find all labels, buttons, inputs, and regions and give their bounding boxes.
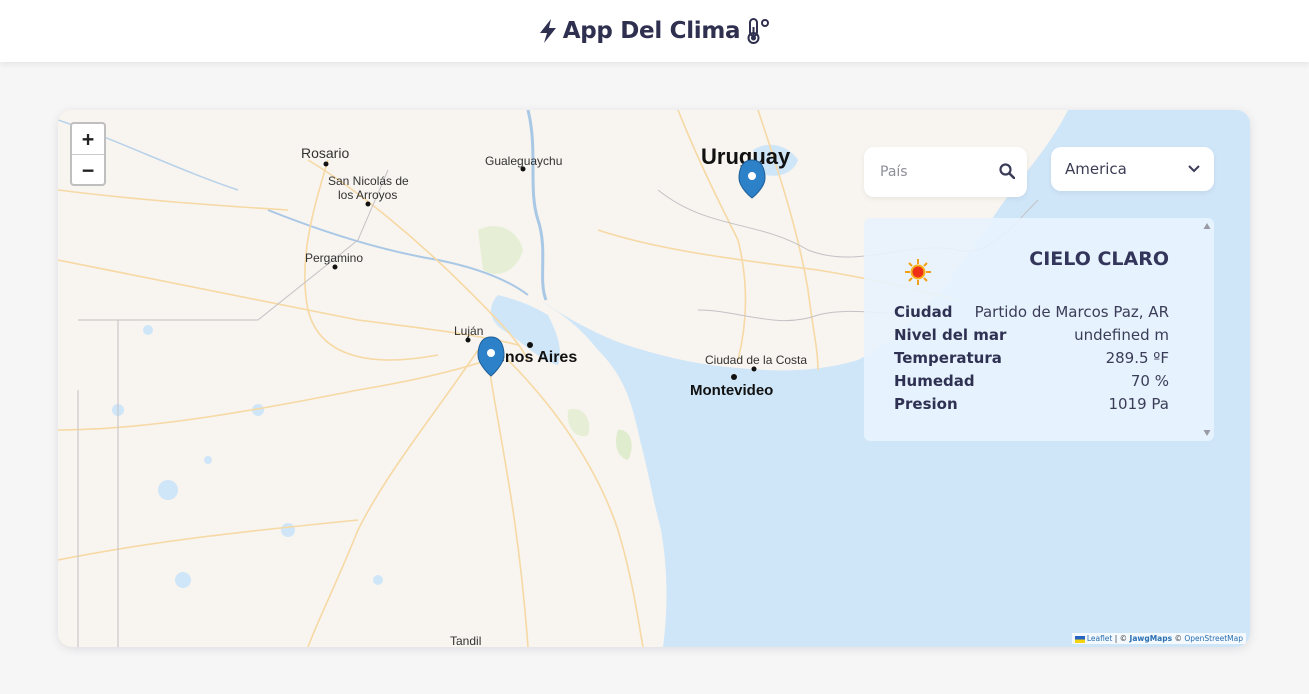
zoom-in-button[interactable]: + [72, 124, 104, 155]
weather-row-humidity: Humedad 70 % [894, 369, 1169, 392]
attribution-sep-2: © [1172, 634, 1185, 643]
map-attribution: Leaflet | © JawgMaps © OpenStreetMap [1071, 633, 1246, 644]
bolt-icon [539, 19, 556, 43]
map-container[interactable]: Rosario Gualeguaychu Uruguay San Nicolás… [58, 110, 1250, 647]
app-title-text: App Del Clima [562, 18, 741, 44]
app-header: App Del Clima [0, 0, 1309, 62]
weather-label: Presion [894, 394, 958, 413]
weather-label: Humedad [894, 371, 975, 390]
weather-label: Ciudad [894, 302, 953, 321]
zoom-out-button[interactable]: − [72, 155, 104, 185]
thermometer-icon [747, 18, 770, 44]
weather-panel: CIELO CLARO Ciudad Partido de Marcos Paz,… [864, 218, 1214, 441]
label-rosario: Rosario [301, 145, 349, 161]
weather-value: 289.5 ºF [1105, 348, 1169, 367]
region-select-value: America [1065, 160, 1127, 178]
weather-row-city: Ciudad Partido de Marcos Paz, AR [894, 300, 1169, 323]
attribution-sep: | © [1112, 634, 1130, 643]
search-icon[interactable] [999, 163, 1015, 179]
chevron-down-icon [1188, 165, 1200, 173]
weather-value: Partido de Marcos Paz, AR [974, 302, 1169, 321]
label-san-nicolas-1: San Nicolás de [328, 174, 409, 188]
label-gualeguaychu: Gualeguaychu [485, 154, 562, 168]
label-pergamino: Pergamino [305, 251, 363, 265]
country-search [864, 147, 1027, 197]
leaflet-link[interactable]: Leaflet [1087, 634, 1113, 643]
weather-value: 1019 Pa [1108, 394, 1169, 413]
label-san-nicolas-2: los Arroyos [338, 188, 397, 202]
region-select[interactable]: America [1051, 147, 1214, 191]
sun-icon [905, 259, 931, 285]
weather-value: 70 % [1130, 371, 1169, 390]
weather-row-sea-level: Nivel del mar undefined m [894, 323, 1169, 346]
label-tandil: Tandil [450, 634, 481, 647]
ukraine-flag-icon [1074, 635, 1085, 643]
weather-row-pressure: Presion 1019 Pa [894, 392, 1169, 415]
weather-value: undefined m [1074, 325, 1169, 344]
label-montevideo: Montevideo [690, 382, 773, 399]
osm-link[interactable]: OpenStreetMap [1184, 634, 1243, 643]
panel-scrollbar[interactable] [1200, 218, 1214, 441]
weather-label: Nivel del mar [894, 325, 1007, 344]
zoom-control: + − [70, 122, 106, 186]
weather-details: Ciudad Partido de Marcos Paz, AR Nivel de… [894, 300, 1169, 415]
weather-row-temperature: Temperatura 289.5 ºF [894, 346, 1169, 369]
jawg-link[interactable]: JawgMaps [1130, 634, 1173, 643]
weather-label: Temperatura [894, 348, 1002, 367]
label-lujan: Luján [454, 324, 483, 338]
weather-condition: CIELO CLARO [1029, 248, 1169, 270]
country-search-input[interactable] [878, 163, 992, 181]
app-title: App Del Clima [539, 18, 771, 44]
label-ciudad-costa: Ciudad de la Costa [705, 353, 807, 367]
label-buenos-aires: enos Aires [496, 349, 577, 366]
